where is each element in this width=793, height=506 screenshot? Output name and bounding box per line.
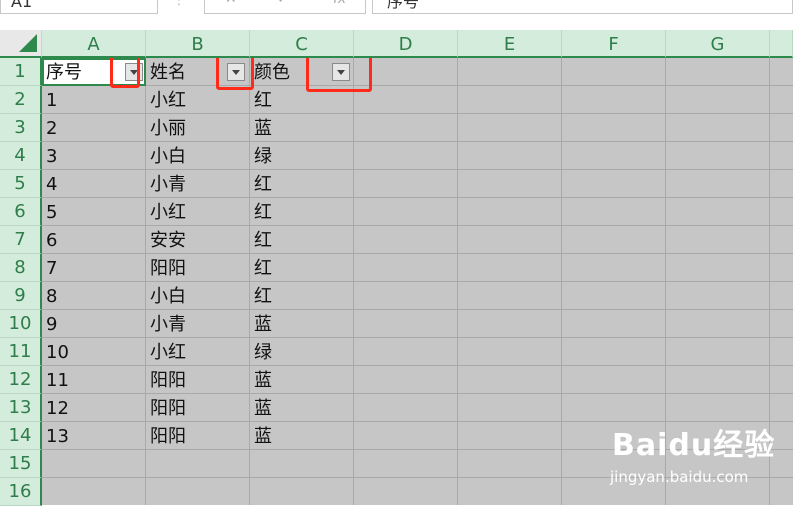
cell-b13[interactable]: 阳阳 [146, 394, 246, 422]
row-header[interactable]: 5 [0, 170, 42, 198]
column-header-b[interactable]: B [146, 30, 250, 58]
cell-a7[interactable]: 6 [42, 226, 142, 254]
cell-b10[interactable]: 小青 [146, 310, 246, 338]
row-header[interactable]: 11 [0, 338, 42, 366]
cell-c9[interactable]: 红 [250, 282, 350, 310]
cell-a13[interactable]: 12 [42, 394, 142, 422]
cell-a5[interactable]: 4 [42, 170, 142, 198]
select-all-corner[interactable] [0, 30, 42, 58]
enter-icon[interactable]: ✓ [277, 0, 289, 7]
watermark-brand: Baidu经验 [612, 428, 776, 463]
column-header-a[interactable]: A [42, 30, 146, 58]
column-header-c[interactable]: C [250, 30, 354, 58]
cell-a8[interactable]: 7 [42, 254, 142, 282]
cell-c12[interactable]: 蓝 [250, 366, 350, 394]
row-header[interactable]: 16 [0, 478, 42, 506]
cell-b2[interactable]: 小红 [146, 86, 246, 114]
cell-c10[interactable]: 蓝 [250, 310, 350, 338]
cell-b6[interactable]: 小红 [146, 198, 246, 226]
row-header[interactable]: 7 [0, 226, 42, 254]
watermark-site: jingyan.baidu.com [610, 468, 749, 486]
cell-c5[interactable]: 红 [250, 170, 350, 198]
fx-icon[interactable]: fx [333, 0, 346, 7]
name-box-separator: ⋮ [172, 0, 186, 8]
cell-c13[interactable]: 蓝 [250, 394, 350, 422]
cancel-icon[interactable]: ✕ [225, 0, 237, 7]
cell-a2[interactable]: 1 [42, 86, 142, 114]
formula-buttons: ✕ ✓ fx [204, 0, 366, 14]
row-header[interactable]: 8 [0, 254, 42, 282]
cell-c3[interactable]: 蓝 [250, 114, 350, 142]
row-header[interactable]: 6 [0, 198, 42, 226]
cell-b14[interactable]: 阳阳 [146, 422, 246, 450]
row-header[interactable]: 15 [0, 450, 42, 478]
column-header-f[interactable]: F [562, 30, 666, 58]
cell-b3[interactable]: 小丽 [146, 114, 246, 142]
row-header[interactable]: 4 [0, 142, 42, 170]
row-header[interactable]: 13 [0, 394, 42, 422]
column-header-g[interactable]: G [666, 30, 770, 58]
formula-bar: A1 ⋮ ✕ ✓ fx 序号 [0, 0, 793, 24]
cell-c8[interactable]: 红 [250, 254, 350, 282]
cell-b7[interactable]: 安安 [146, 226, 246, 254]
cell-b4[interactable]: 小白 [146, 142, 246, 170]
cell-b5[interactable]: 小青 [146, 170, 246, 198]
cell-a9[interactable]: 8 [42, 282, 142, 310]
cell-c11[interactable]: 绿 [250, 338, 350, 366]
cell-c14[interactable]: 蓝 [250, 422, 350, 450]
cell-b11[interactable]: 小红 [146, 338, 246, 366]
row-header[interactable]: 14 [0, 422, 42, 450]
column-header-overflow[interactable] [770, 30, 793, 58]
cell-a14[interactable]: 13 [42, 422, 142, 450]
formula-input[interactable]: 序号 [372, 0, 793, 14]
cell-a4[interactable]: 3 [42, 142, 142, 170]
cell-a3[interactable]: 2 [42, 114, 142, 142]
select-all-triangle-icon [19, 34, 37, 52]
name-box[interactable]: A1 [0, 0, 158, 14]
row-header[interactable]: 3 [0, 114, 42, 142]
cell-a6[interactable]: 5 [42, 198, 142, 226]
cell-c7[interactable]: 红 [250, 226, 350, 254]
cell-b8[interactable]: 阳阳 [146, 254, 246, 282]
highlight-box-b [216, 58, 254, 90]
row-header[interactable]: 12 [0, 366, 42, 394]
cell-b9[interactable]: 小白 [146, 282, 246, 310]
cell-c4[interactable]: 绿 [250, 142, 350, 170]
column-header-d[interactable]: D [354, 30, 458, 58]
row-header[interactable]: 2 [0, 86, 42, 114]
cell-c6[interactable]: 红 [250, 198, 350, 226]
highlight-box-c [306, 58, 372, 92]
highlight-box-a [110, 58, 140, 88]
row-header[interactable]: 1 [0, 58, 42, 86]
row-header[interactable]: 10 [0, 310, 42, 338]
cell-a12[interactable]: 11 [42, 366, 142, 394]
cell-a10[interactable]: 9 [42, 310, 142, 338]
cell-b12[interactable]: 阳阳 [146, 366, 246, 394]
cell-a11[interactable]: 10 [42, 338, 142, 366]
column-header-e[interactable]: E [458, 30, 562, 58]
row-header[interactable]: 9 [0, 282, 42, 310]
watermark: Baidu经验 jingyan.baidu.com [606, 414, 793, 492]
